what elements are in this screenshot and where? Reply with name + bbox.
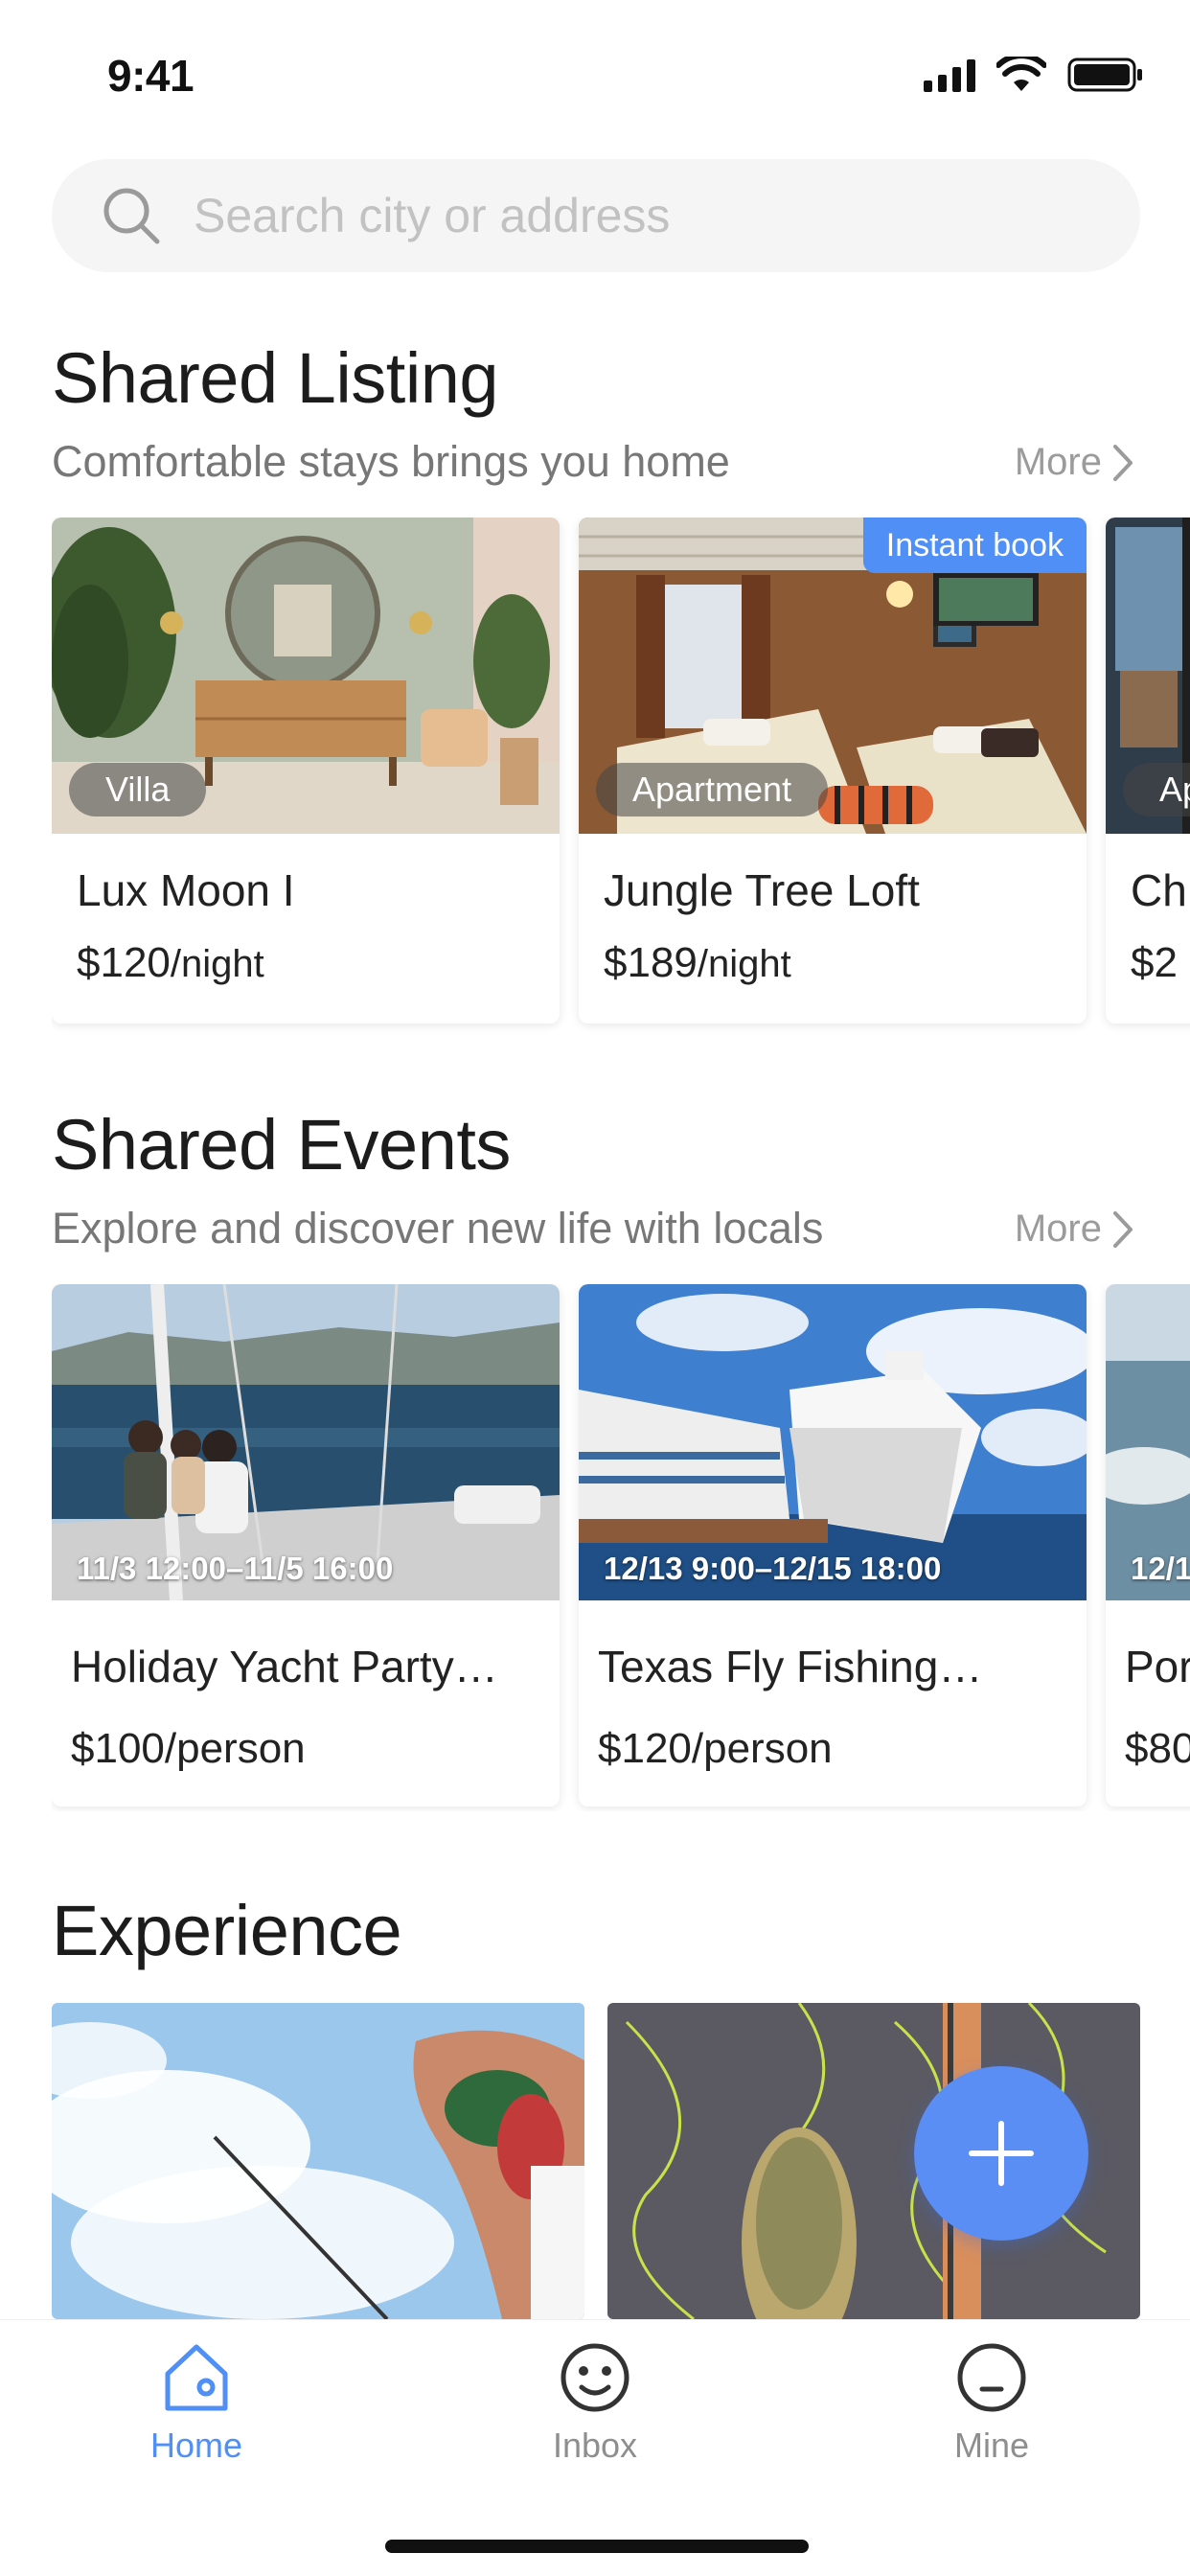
- listing-price: $2: [1131, 939, 1178, 987]
- cellular-signal-icon: [924, 58, 975, 92]
- events-card-row[interactable]: 11/3 12:00–11/5 16:00 Holiday Yacht Part…: [52, 1284, 1190, 1811]
- events-more-link[interactable]: More: [1015, 1208, 1136, 1251]
- property-type-tag: Villa: [69, 763, 207, 816]
- search-bar[interactable]: [52, 159, 1140, 272]
- listing-more-link[interactable]: More: [1015, 441, 1136, 484]
- listing-section-title: Shared Listing: [52, 338, 499, 418]
- search-input[interactable]: [194, 188, 1056, 243]
- tab-home[interactable]: Home: [91, 2339, 302, 2466]
- tab-label: Inbox: [552, 2426, 638, 2465]
- instant-book-badge: Instant book: [862, 518, 1087, 573]
- price-value: $120: [77, 939, 171, 986]
- event-price: $100/person: [71, 1725, 306, 1772]
- price-unit: /night: [170, 943, 264, 985]
- listing-photo: Instant book Apartment: [579, 518, 1087, 834]
- user-icon: [957, 2343, 1026, 2412]
- event-photo: 11/3 12:00–11/5 16:00: [52, 1284, 560, 1600]
- battery-icon: [1067, 58, 1142, 92]
- status-bar: 9:41: [0, 0, 1190, 144]
- price-unit: /night: [697, 943, 791, 985]
- event-name: Holiday Yacht Party…: [71, 1642, 498, 1691]
- listing-card-row[interactable]: Villa Lux Moon I $120/night Instant book…: [52, 518, 1190, 1035]
- event-date: 11/3 12:00–11/5 16:00: [77, 1551, 394, 1586]
- event-price: $80: [1125, 1725, 1190, 1772]
- listing-price: $120/night: [77, 939, 264, 987]
- price-value: $2: [1131, 939, 1178, 986]
- event-photo: 12/13 9:00–12/15 18:00: [579, 1284, 1087, 1600]
- property-type-tag: Ap: [1123, 763, 1190, 816]
- listing-name: Lux Moon I: [77, 865, 295, 915]
- smile-icon: [561, 2343, 629, 2412]
- plus-icon: [969, 2121, 1034, 2186]
- event-date: 12/1: [1131, 1551, 1190, 1586]
- event-card[interactable]: 12/13 9:00–12/15 18:00 Texas Fly Fishing…: [579, 1284, 1087, 1806]
- listing-section-subtitle: Comfortable stays brings you home: [52, 437, 730, 486]
- tab-bar: Home Inbox Mine: [0, 2319, 1190, 2576]
- events-section-title: Shared Events: [52, 1105, 511, 1184]
- price-value: $189: [604, 939, 698, 986]
- listing-name: Jungle Tree Loft: [604, 865, 920, 915]
- listing-price: $189/night: [604, 939, 791, 987]
- property-type-tag: Apartment: [596, 763, 829, 816]
- chevron-right-icon: [1113, 1210, 1133, 1248]
- tab-label: Home: [149, 2426, 243, 2465]
- listing-photo: Ap: [1106, 518, 1190, 834]
- event-photo: 12/1: [1106, 1284, 1190, 1600]
- wifi-icon: [996, 57, 1046, 91]
- listing-card[interactable]: Villa Lux Moon I $120/night: [52, 518, 560, 1024]
- status-icons: [924, 54, 1144, 96]
- chevron-right-icon: [1113, 444, 1133, 481]
- experience-tile[interactable]: [52, 2003, 584, 2319]
- home-indicator: [385, 2540, 809, 2553]
- listing-name: Ch: [1131, 865, 1187, 915]
- event-name: Por: [1125, 1642, 1190, 1691]
- home-icon: [165, 2344, 228, 2411]
- add-button[interactable]: [914, 2066, 1088, 2241]
- event-card[interactable]: 12/1 Por $80: [1106, 1284, 1190, 1806]
- experience-section-title: Experience: [52, 1891, 402, 1970]
- listing-card[interactable]: Instant book Apartment Jungle Tree Loft …: [579, 518, 1087, 1024]
- event-name: Texas Fly Fishing…: [598, 1642, 983, 1691]
- event-card[interactable]: 11/3 12:00–11/5 16:00 Holiday Yacht Part…: [52, 1284, 560, 1806]
- tab-inbox[interactable]: Inbox: [490, 2339, 700, 2466]
- tab-mine[interactable]: Mine: [886, 2339, 1097, 2466]
- events-section-subtitle: Explore and discover new life with local…: [52, 1204, 824, 1253]
- more-label: More: [1014, 441, 1102, 483]
- tab-label: Mine: [953, 2426, 1030, 2465]
- listing-photo: Villa: [52, 518, 560, 834]
- event-date: 12/13 9:00–12/15 18:00: [604, 1551, 942, 1586]
- event-price: $120/person: [598, 1725, 833, 1772]
- more-label: More: [1014, 1208, 1102, 1250]
- status-time: 9:41: [107, 51, 195, 101]
- listing-card[interactable]: Ap Ch $2: [1106, 518, 1190, 1024]
- search-icon: [98, 182, 165, 249]
